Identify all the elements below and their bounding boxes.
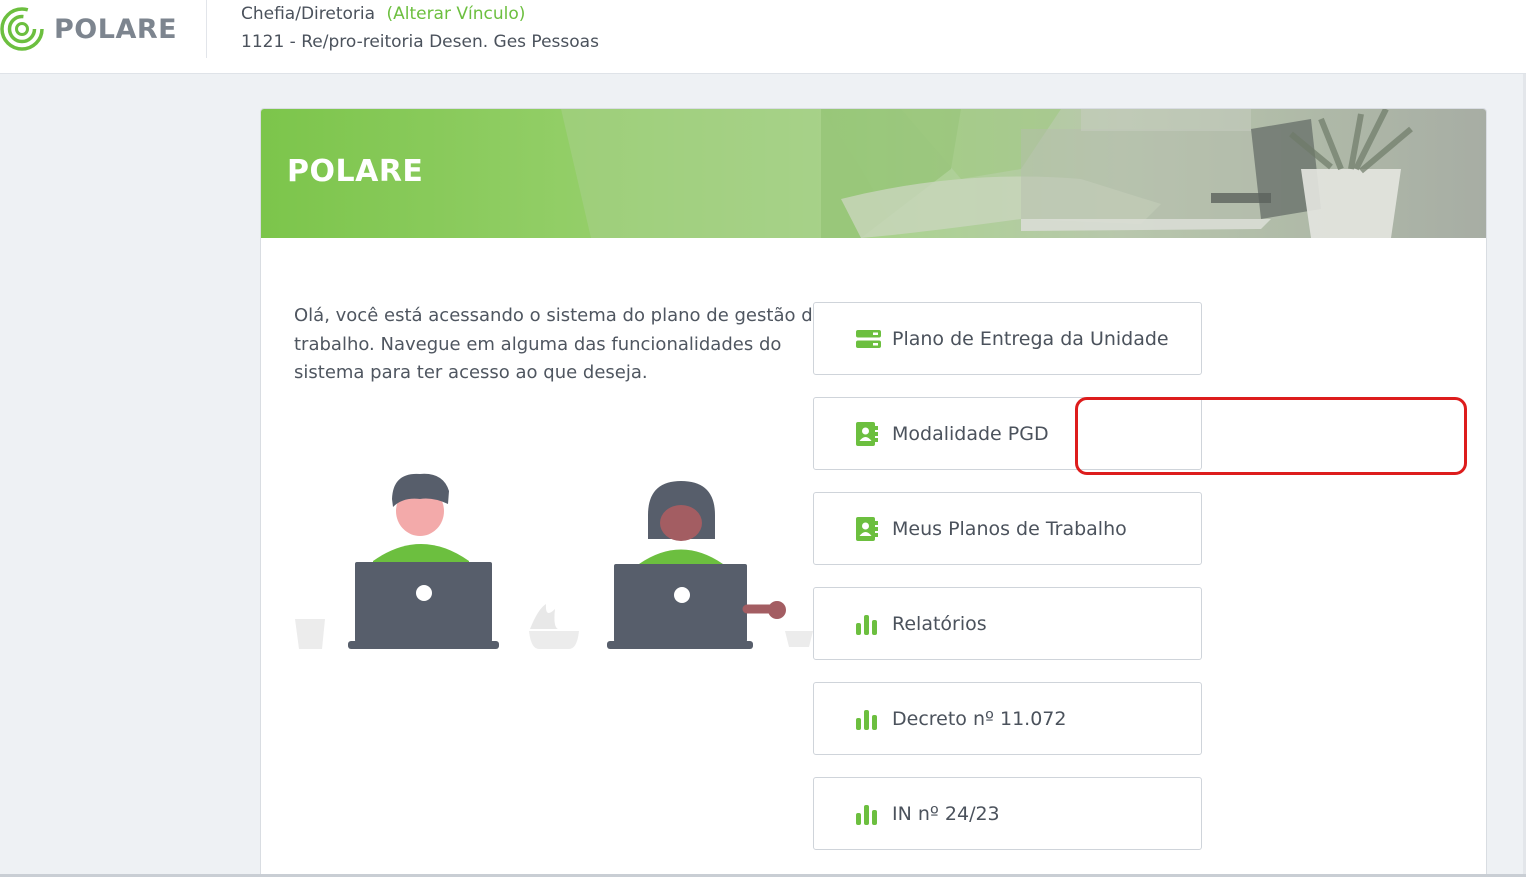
modalidade-pgd-label: Modalidade PGD <box>892 422 1049 445</box>
bar-chart-icon <box>856 803 882 825</box>
server-icon <box>856 328 882 350</box>
intro-text: Olá, você está acessando o sistema do pl… <box>294 305 824 383</box>
change-link-button[interactable]: (Alterar Vínculo) <box>386 4 525 24</box>
role-line: Chefia/Diretoria (Alterar Vínculo) <box>241 4 525 24</box>
people-working-illustration <box>295 473 813 649</box>
bar-chart-icon <box>856 708 882 730</box>
contact-book-icon <box>856 421 882 446</box>
banner: POLARE <box>261 109 1486 238</box>
meus-planos-button[interactable]: Meus Planos de Trabalho <box>813 492 1202 565</box>
in-24-23-button[interactable]: IN nº 24/23 <box>813 777 1202 850</box>
plano-entrega-label: Plano de Entrega da Unidade <box>892 327 1169 350</box>
polare-logo-icon <box>0 7 44 51</box>
contact-book-icon <box>856 516 882 541</box>
header-divider <box>206 0 207 58</box>
meus-planos-label: Meus Planos de Trabalho <box>892 517 1127 540</box>
banner-photo-image <box>561 109 1413 238</box>
top-header: POLARE Chefia/Diretoria (Alterar Vínculo… <box>0 0 1526 74</box>
decreto-button[interactable]: Decreto nº 11.072 <box>813 682 1202 755</box>
highlight-box <box>1075 397 1467 475</box>
relatorios-label: Relatórios <box>892 612 987 635</box>
unit-label: 1121 - Re/pro-reitoria Desen. Ges Pessoa… <box>241 32 599 52</box>
polare-logo[interactable]: POLARE <box>0 4 177 54</box>
plano-entrega-button[interactable]: Plano de Entrega da Unidade <box>813 302 1202 375</box>
logo-text: POLARE <box>54 13 178 45</box>
decreto-label: Decreto nº 11.072 <box>892 707 1067 730</box>
relatorios-button[interactable]: Relatórios <box>813 587 1202 660</box>
bar-chart-icon <box>856 613 882 635</box>
in-24-23-label: IN nº 24/23 <box>892 802 1000 825</box>
role-label: Chefia/Diretoria <box>241 4 376 24</box>
banner-title: POLARE <box>287 154 424 189</box>
